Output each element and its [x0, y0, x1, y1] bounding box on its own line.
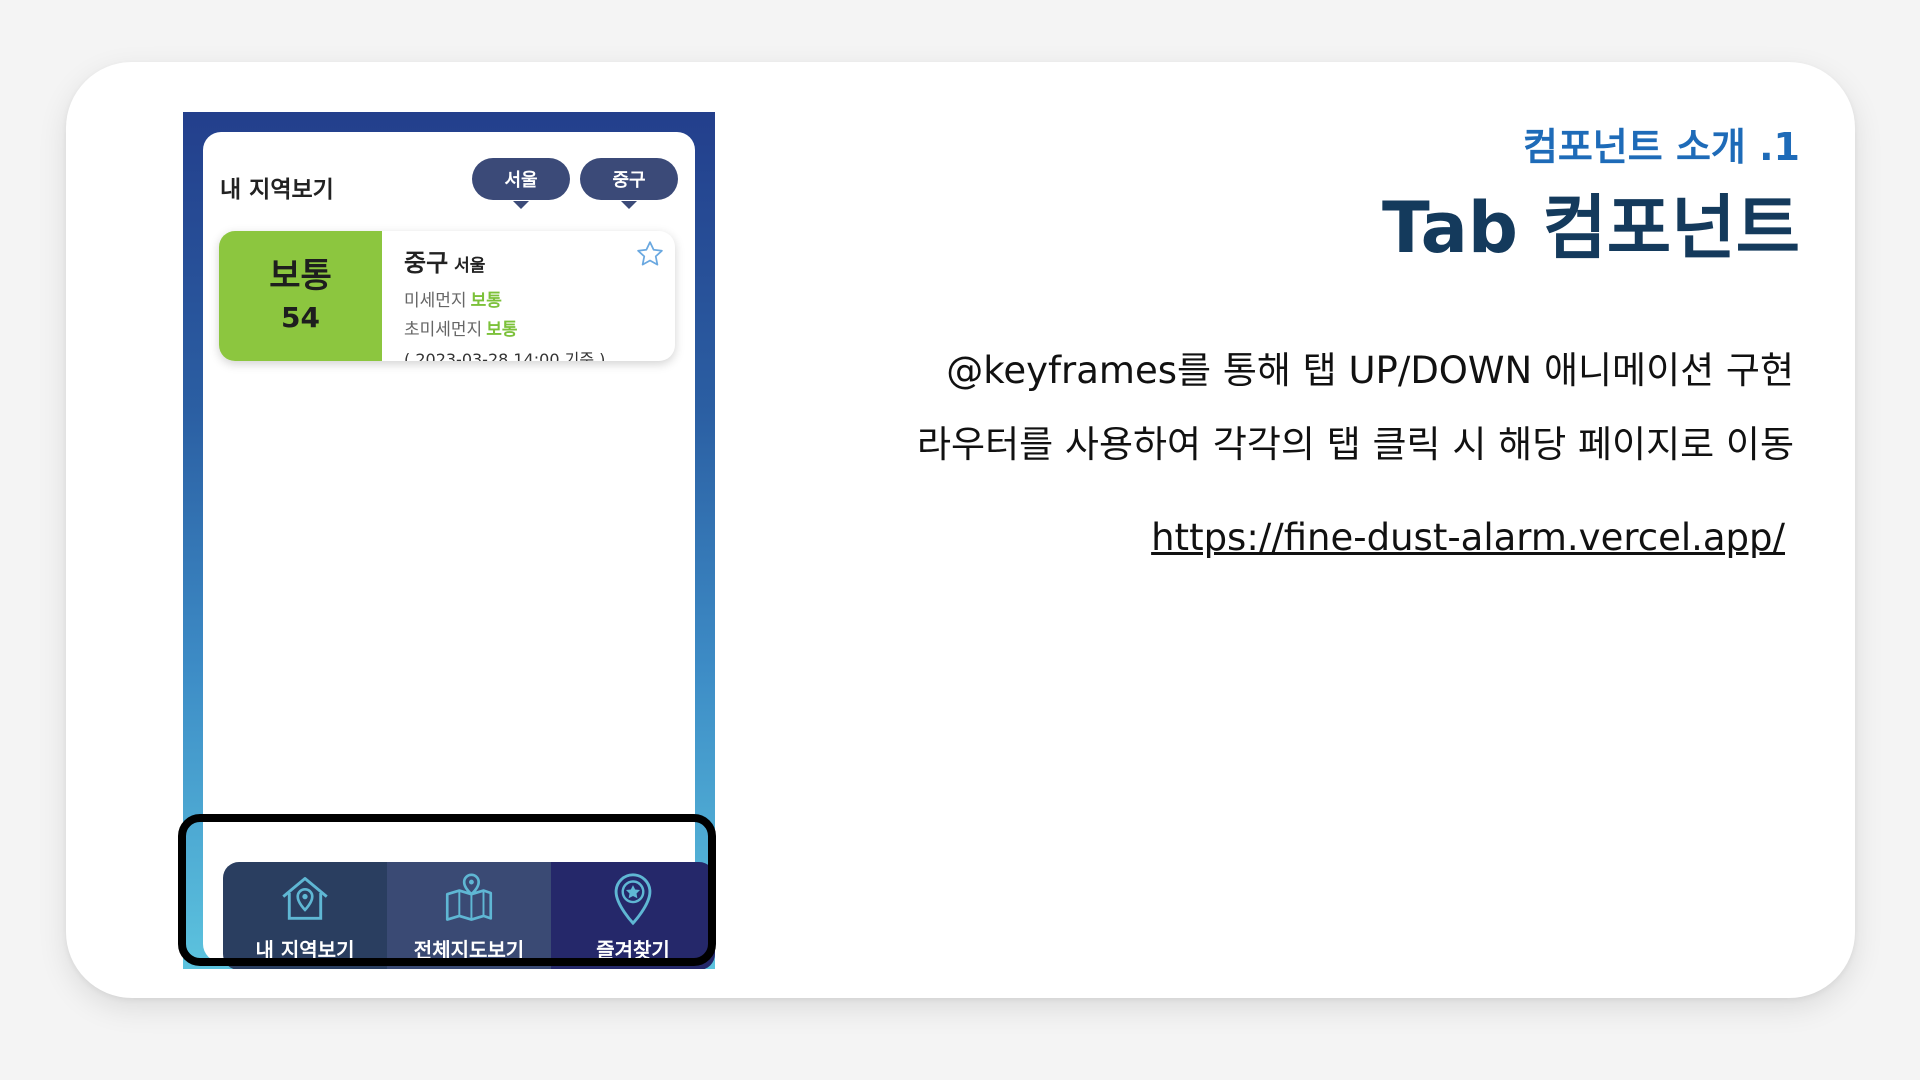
- grade-box: 보통 54: [219, 231, 382, 361]
- description-keyframes: @keyframes를 통해 탭 UP/DOWN 애니메이션 구현: [946, 349, 1794, 392]
- grade-label: 보통: [269, 255, 332, 296]
- favorite-star-icon[interactable]: [635, 239, 665, 269]
- deploy-link[interactable]: https://fine-dust-alarm.vercel.app/: [1151, 516, 1785, 559]
- page-title: 내 지역보기: [220, 177, 334, 203]
- pm25-label: 초미세먼지: [404, 320, 483, 340]
- measurement-time: ( 2023-03-28 14:00 기준 ): [404, 350, 606, 361]
- pm25-grade: 보통: [486, 320, 518, 340]
- pm10-row: 미세먼지 보통: [404, 286, 665, 311]
- slide-subtitle: 컴포넌트 소개 .1: [1522, 125, 1800, 169]
- pm10-label: 미세먼지: [404, 291, 467, 311]
- district-selector[interactable]: 중구: [580, 158, 678, 209]
- city-selector[interactable]: 서울: [472, 158, 570, 209]
- city-name: 서울: [454, 256, 486, 276]
- description-router: 라우터를 사용하여 각각의 탭 클릭 시 해당 페이지로 이동: [916, 423, 1794, 466]
- tab-bar-highlight-frame: [178, 814, 716, 966]
- pm25-row: 초미세먼지 보통: [404, 315, 665, 340]
- card-info: 중구 서울 미세먼지 보통 초미세먼지 보통 ( 2023-03-28 14:00 기…: [404, 243, 665, 361]
- grade-value: 54: [281, 301, 320, 335]
- pm10-grade: 보통: [470, 291, 502, 311]
- district-name: 중구: [404, 249, 449, 277]
- air-quality-card[interactable]: 보통 54 중구 서울 미세먼지 보통 초미세먼지 보통 ( 2023-03-28 1…: [219, 231, 675, 361]
- slide-title: Tab 컴포넌트: [1381, 187, 1800, 269]
